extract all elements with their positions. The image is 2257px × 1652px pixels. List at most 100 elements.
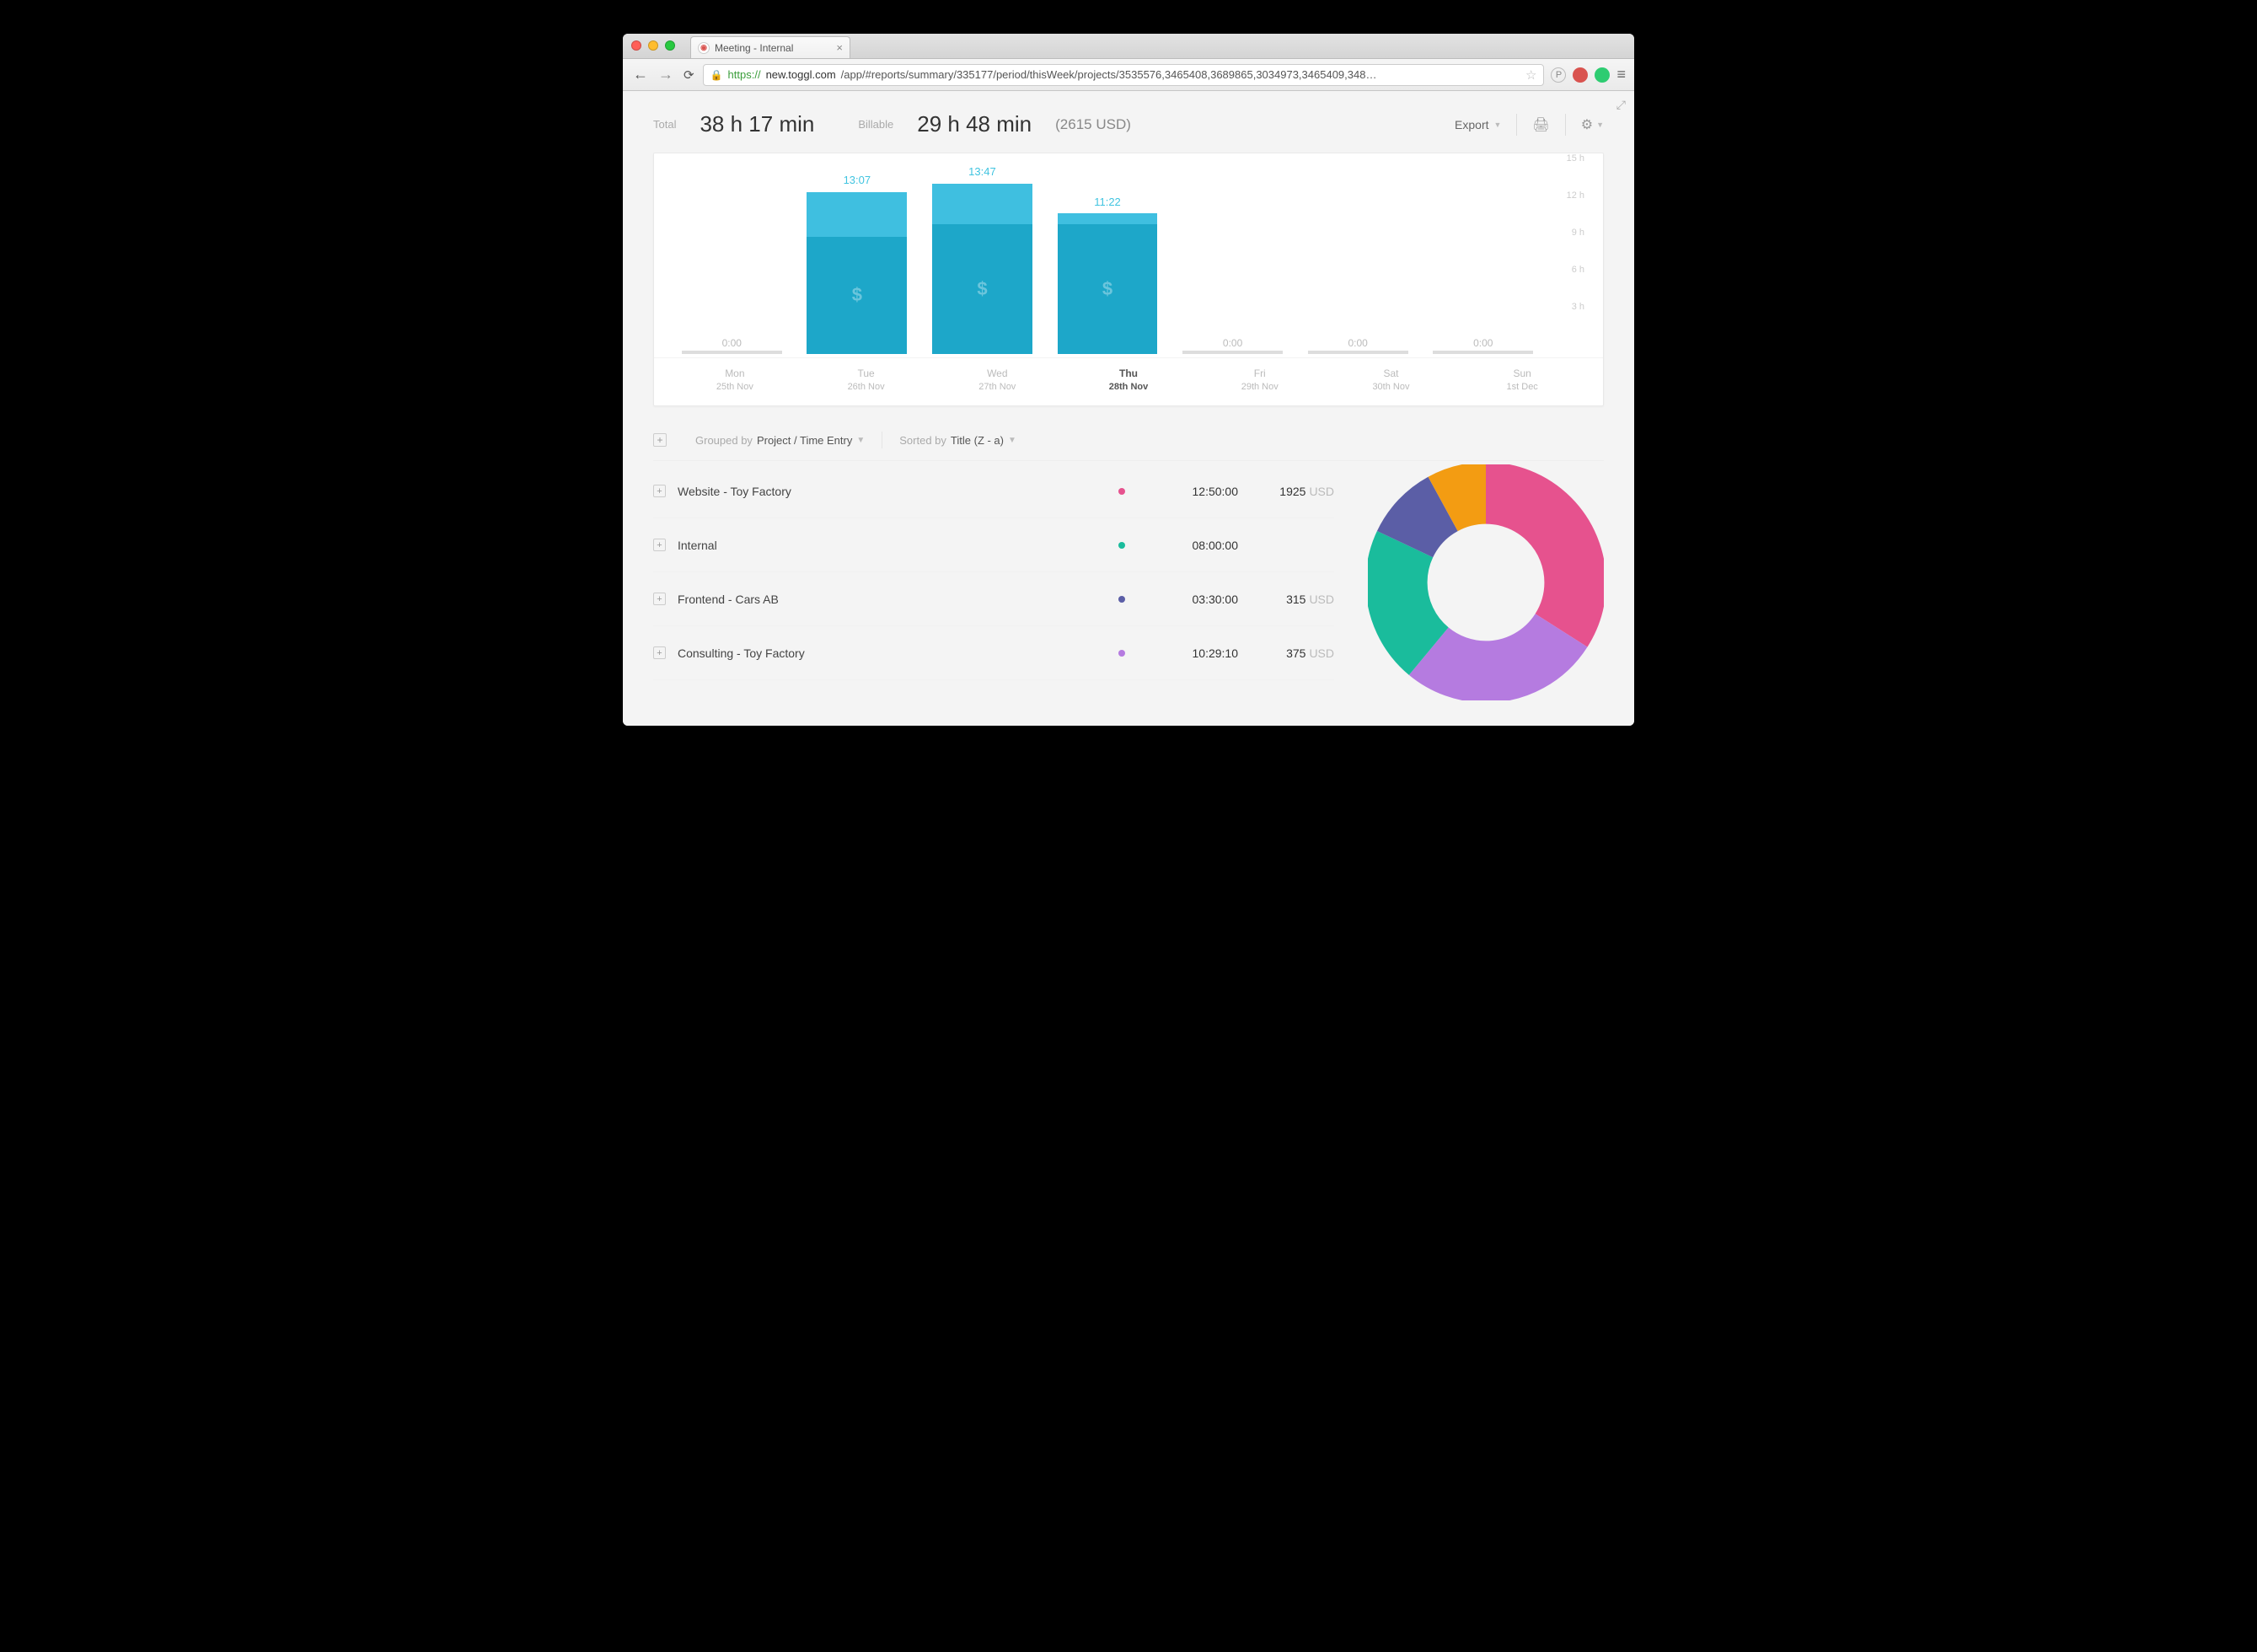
sort-by-prefix: Sorted by	[899, 434, 946, 447]
expand-row-button[interactable]: +	[653, 485, 666, 497]
x-axis-label[interactable]: Wed27th Nov	[931, 367, 1063, 394]
forward-button[interactable]: →	[657, 66, 675, 83]
dollar-icon: $	[852, 284, 862, 306]
bar-baseline	[1182, 351, 1283, 354]
bar-column[interactable]: 0:00	[1295, 169, 1421, 354]
divider	[1516, 114, 1517, 136]
project-duration: 10:29:10	[1162, 646, 1238, 660]
print-button[interactable]: 🖨	[1532, 116, 1549, 133]
billable-usd: (2615 USD)	[1055, 116, 1131, 133]
weekly-chart-card: 3 h6 h9 h12 h15 h 0:0013:07$13:47$11:22$…	[653, 153, 1604, 406]
sort-by-dropdown[interactable]: Sorted by Title (Z - a) ▼	[899, 434, 1016, 447]
controls-row: + Grouped by Project / Time Entry ▼ Sort…	[653, 406, 1604, 461]
extension-green-icon[interactable]	[1595, 67, 1610, 83]
bar-column[interactable]: 11:22$	[1045, 169, 1171, 354]
expand-row-button[interactable]: +	[653, 646, 666, 659]
bar-segment-nonbillable	[807, 192, 907, 237]
sort-by-value: Title (Z - a)	[951, 434, 1004, 447]
bar-value-label: 0:00	[722, 337, 742, 349]
bar-column[interactable]: 0:00	[1420, 169, 1546, 354]
address-bar[interactable]: 🔒 https:// new.toggl.com /app/#reports/s…	[703, 64, 1545, 86]
url-host: new.toggl.com	[766, 68, 836, 81]
project-row[interactable]: +Website - Toy Factory12:50:001925USD	[653, 464, 1334, 518]
bar-column[interactable]: 13:47$	[919, 169, 1045, 354]
y-tick: 9 h	[1572, 228, 1584, 238]
x-axis-label[interactable]: Thu28th Nov	[1063, 367, 1194, 394]
project-amount: 375USD	[1250, 646, 1334, 660]
billable-value: 29 h 48 min	[917, 111, 1032, 137]
bar-value-label: 0:00	[1473, 337, 1493, 349]
x-axis: Mon25th NovTue26th NovWed27th NovThu28th…	[654, 357, 1603, 400]
project-rows: +Website - Toy Factory12:50:001925USD+In…	[653, 464, 1334, 680]
browser-menu-icon[interactable]: ≡	[1616, 66, 1626, 83]
fullscreen-icon[interactable]: ⤢	[1616, 98, 1626, 112]
x-day: Fri	[1194, 367, 1326, 381]
bar-column[interactable]: 0:00	[669, 169, 795, 354]
tab-strip: ◉ Meeting - Internal ×	[623, 34, 1634, 59]
export-button[interactable]: Export ▼	[1455, 118, 1501, 131]
expand-row-button[interactable]: +	[653, 539, 666, 551]
chevron-down-icon: ▼	[1596, 121, 1604, 129]
donut-chart	[1368, 464, 1604, 700]
project-color-dot	[1118, 650, 1125, 657]
window-close-button[interactable]	[631, 40, 641, 51]
extension-p-icon[interactable]: P	[1551, 67, 1566, 83]
tab-close-icon[interactable]: ×	[836, 41, 843, 54]
x-axis-label[interactable]: Sat30th Nov	[1326, 367, 1457, 394]
reload-button[interactable]: ⟳	[682, 67, 696, 83]
bar-column[interactable]: 0:00	[1170, 169, 1295, 354]
x-axis-label[interactable]: Fri29th Nov	[1194, 367, 1326, 394]
bar-segment-billable: $	[1058, 224, 1158, 354]
chevron-down-icon: ▼	[1008, 436, 1016, 445]
bookmark-star-icon[interactable]: ☆	[1525, 67, 1536, 83]
project-duration: 12:50:00	[1162, 485, 1238, 498]
bar-wrap: $	[807, 169, 907, 354]
window-minimize-button[interactable]	[648, 40, 658, 51]
toggl-favicon-icon: ◉	[698, 42, 710, 54]
x-date: 26th Nov	[801, 381, 932, 394]
x-axis-label[interactable]: Sun1st Dec	[1456, 367, 1588, 394]
chart-bars: 0:0013:07$13:47$11:22$0:000:000:00	[669, 169, 1546, 354]
bar-column[interactable]: 13:07$	[795, 169, 920, 354]
project-row[interactable]: + Frontend - Cars AB 03:30:00 315USD	[653, 572, 1334, 626]
extension-red-icon[interactable]	[1573, 67, 1588, 83]
project-amount: 315USD	[1250, 593, 1334, 606]
url-path: /app/#reports/summary/335177/period/this…	[841, 68, 1377, 81]
project-color-dot	[1118, 596, 1125, 603]
chevron-down-icon: ▼	[1494, 121, 1502, 129]
donut-slice[interactable]	[1397, 493, 1575, 672]
y-tick: 3 h	[1572, 302, 1584, 312]
y-tick: 15 h	[1567, 153, 1584, 164]
browser-tab[interactable]: ◉ Meeting - Internal ×	[690, 36, 850, 58]
expand-row-button[interactable]: +	[653, 593, 666, 605]
project-name: Internal	[678, 539, 1107, 552]
bar-segment-billable: $	[932, 224, 1032, 354]
group-by-dropdown[interactable]: Grouped by Project / Time Entry ▼	[695, 434, 865, 447]
expand-all-button[interactable]: +	[653, 433, 667, 447]
browser-window: ◉ Meeting - Internal × ← → ⟳ 🔒 https:// …	[623, 34, 1634, 726]
billable-label: Billable	[858, 118, 893, 131]
browser-toolbar: ← → ⟳ 🔒 https:// new.toggl.com /app/#rep…	[623, 59, 1634, 91]
project-row[interactable]: +Internal08:00:00	[653, 518, 1334, 572]
bar-wrap: $	[932, 169, 1032, 354]
project-amount: 1925USD	[1250, 485, 1334, 498]
window-zoom-button[interactable]	[665, 40, 675, 51]
x-day: Tue	[801, 367, 932, 381]
y-tick: 6 h	[1572, 265, 1584, 275]
export-label: Export	[1455, 118, 1488, 131]
back-button[interactable]: ←	[631, 66, 650, 83]
settings-button[interactable]: ⚙ ▼	[1581, 116, 1604, 133]
bar-value-label: 13:47	[968, 165, 996, 178]
bar-segment-nonbillable	[1058, 213, 1158, 224]
x-axis-label[interactable]: Tue26th Nov	[801, 367, 932, 394]
project-row[interactable]: +Consulting - Toy Factory10:29:10375USD	[653, 626, 1334, 680]
chart-area: 3 h6 h9 h12 h15 h 0:0013:07$13:47$11:22$…	[669, 169, 1588, 354]
print-icon: 🖨	[1532, 116, 1549, 133]
lock-icon: 🔒	[710, 69, 723, 81]
project-duration: 03:30:00	[1162, 593, 1238, 606]
chevron-down-icon: ▼	[856, 436, 865, 445]
x-axis-label[interactable]: Mon25th Nov	[669, 367, 801, 394]
project-name: Frontend - Cars AB	[678, 593, 1107, 606]
x-date: 28th Nov	[1063, 381, 1194, 394]
dollar-icon: $	[1102, 278, 1112, 300]
